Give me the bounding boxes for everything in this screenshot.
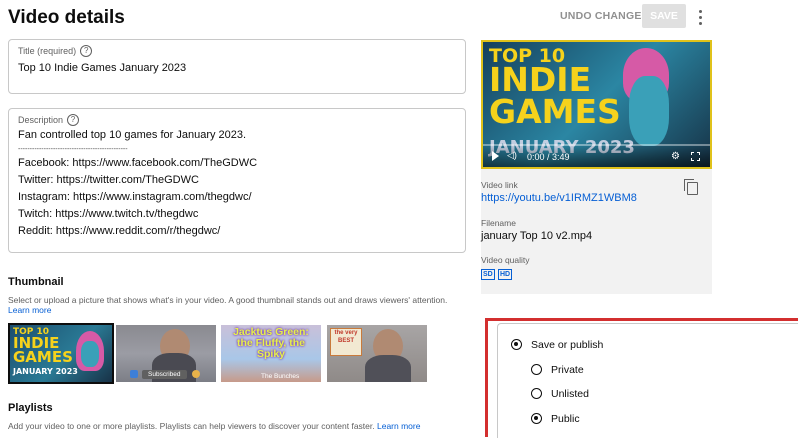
unlisted-label: Unlisted [551, 388, 589, 400]
playlists-learn-more-link[interactable]: Learn more [377, 421, 420, 431]
thumb4-sign: the very BEST [330, 328, 362, 356]
thumb3-caption: The Bunches [261, 373, 300, 380]
save-or-publish-radio[interactable] [511, 339, 522, 350]
help-icon[interactable]: ? [80, 45, 93, 57]
subscribed-badge: Subscribed [142, 370, 187, 379]
video-quality-label: Video quality [481, 255, 530, 265]
save-or-publish-label: Save or publish [531, 339, 604, 351]
more-options-icon[interactable] [694, 8, 706, 26]
video-info-panel: TOP 10 INDIE GAMES JANUARY 2023 ◁) 0:00 … [481, 40, 712, 294]
help-icon[interactable]: ? [67, 114, 80, 126]
preview-line3: GAMES [489, 92, 621, 131]
sd-badge: SD [481, 269, 495, 280]
progress-bar[interactable] [483, 144, 710, 146]
thumb1-line4: JANUARY 2023 [13, 367, 78, 376]
character-art [81, 341, 99, 367]
description-line: Fan controlled top 10 games for January … [18, 129, 247, 141]
thumb1-line3: GAMES [13, 348, 73, 366]
volume-icon[interactable]: ◁) [507, 150, 517, 161]
fullscreen-icon[interactable] [691, 152, 700, 161]
person-body [365, 355, 411, 382]
description-line: Facebook: https://www.facebook.com/TheGD… [18, 157, 258, 169]
description-text[interactable]: Fan controlled top 10 games for January … [18, 127, 257, 240]
description-line: Twitter: https://twitter.com/TheGDWC [18, 174, 199, 186]
page-title: Video details [8, 7, 125, 28]
title-input-value[interactable]: Top 10 Indie Games January 2023 [18, 60, 186, 77]
save-button[interactable]: SAVE [642, 4, 686, 28]
filename-label: Filename [481, 218, 516, 228]
private-radio[interactable] [531, 364, 542, 375]
bell-icon [192, 370, 200, 378]
filename-value: january Top 10 v2.mp4 [481, 230, 593, 242]
thumbnail-heading: Thumbnail [8, 276, 64, 288]
description-field-label: Description [18, 115, 64, 125]
private-label: Private [551, 364, 584, 376]
thumbnail-option-4[interactable]: the very BEST [327, 325, 427, 382]
character-art [629, 76, 669, 146]
hd-badge: HD [498, 269, 513, 280]
visibility-card: Save or publish Private Unlisted Public [497, 323, 798, 438]
public-label: Public [551, 413, 580, 425]
description-line: Twitch: https://www.twitch.tv/thegdwc [18, 208, 199, 220]
title-field-label: Title (required) [18, 46, 77, 56]
thumb3-title: Jacktus Green: the Fluffy, the Spiky [233, 326, 309, 360]
thumbnail-option-1[interactable]: TOP 10 INDIE GAMES JANUARY 2023 [8, 323, 114, 384]
thumbnail-description: Select or upload a picture that shows wh… [8, 295, 448, 315]
thumbnail-option-3[interactable]: Jacktus Green: the Fluffy, the Spiky The… [221, 325, 321, 382]
unlisted-radio[interactable] [531, 388, 542, 399]
description-line: ----------------------------------------… [18, 146, 128, 153]
thumbnail-option-2[interactable]: Subscribed [116, 325, 216, 382]
video-link-label: Video link [481, 180, 518, 190]
play-icon[interactable] [492, 151, 499, 161]
like-icon [130, 370, 138, 378]
time-readout: 0:00 / 3:49 [527, 152, 570, 162]
public-radio[interactable] [531, 413, 542, 424]
copy-icon[interactable] [684, 179, 698, 195]
description-field[interactable]: Description ? Fan controlled top 10 game… [8, 108, 466, 253]
video-link[interactable]: https://youtu.be/v1IRMZ1WBM8 [481, 192, 637, 204]
undo-changes-button[interactable]: UNDO CHANGES [560, 10, 649, 22]
description-line: Instagram: https://www.instagram.com/the… [18, 191, 252, 203]
video-preview[interactable]: TOP 10 INDIE GAMES JANUARY 2023 ◁) 0:00 … [481, 40, 712, 169]
description-line: Reddit: https://www.reddit.com/r/thegdwc… [18, 225, 221, 237]
playlists-description: Add your video to one or more playlists.… [8, 421, 421, 431]
settings-gear-icon[interactable]: ⚙ [671, 151, 680, 162]
thumbnail-learn-more-link[interactable]: Learn more [8, 305, 51, 315]
playlists-heading: Playlists [8, 402, 53, 414]
title-field[interactable]: Title (required) ? Top 10 Indie Games Ja… [8, 39, 466, 94]
